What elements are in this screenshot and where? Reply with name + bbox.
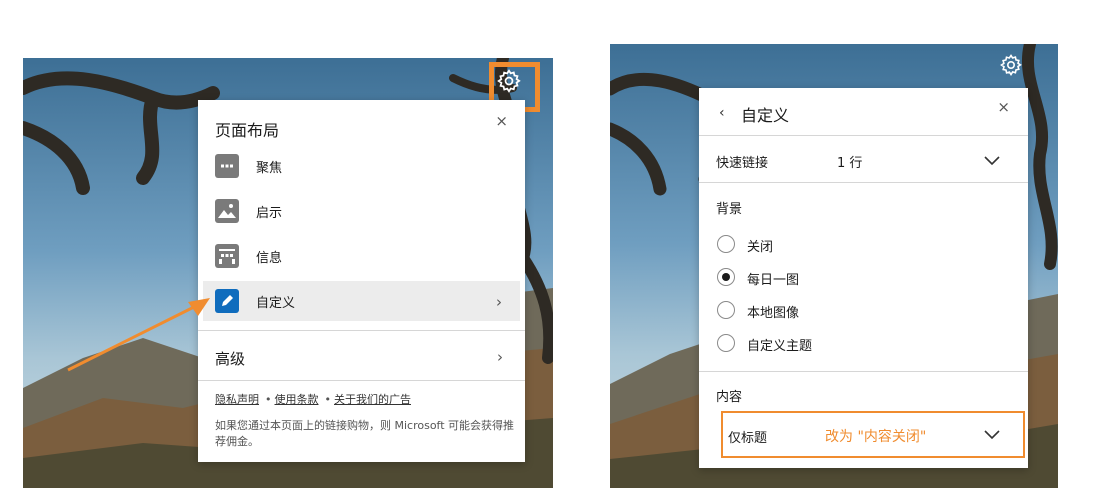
close-icon[interactable]: × [997,100,1010,115]
divider [699,371,1028,372]
radio-background-daily-image[interactable] [717,268,735,286]
radio-background-off[interactable] [717,235,735,253]
divider [198,330,525,331]
radio-background-custom-theme[interactable] [717,334,735,352]
layout-option-custom[interactable]: 自定义 › [203,281,520,321]
divider [699,182,1028,183]
chevron-right-icon[interactable]: › [497,348,503,366]
layout-option-label: 启示 [256,206,283,221]
divider [699,135,1028,136]
content-heading: 内容 [716,390,743,405]
gear-icon[interactable] [496,68,522,94]
layout-option-label: 自定义 [256,296,296,311]
ads-link[interactable]: 关于我们的广告 [334,393,411,406]
background-heading: 背景 [716,202,743,217]
quick-links-label: 快速链接 [716,156,769,171]
layout-option-inspirational[interactable]: 启示 [203,191,520,231]
link-separator: • [265,393,272,406]
annotation-arrow [60,270,220,380]
panel-title: 自定义 [741,106,790,125]
inspiration-layout-icon [215,199,239,223]
focus-layout-icon [215,154,239,178]
annotation-text: 改为 "内容关闭" [825,429,927,445]
radio-label: 自定义主题 [747,339,813,354]
chevron-down-icon[interactable] [984,430,1000,440]
radio-label: 本地图像 [747,306,800,321]
close-icon[interactable]: × [495,114,508,129]
content-dropdown-value[interactable]: 仅标题 [728,427,767,446]
chevron-down-icon[interactable] [984,156,1000,166]
radio-label: 每日一图 [747,273,800,288]
radio-background-local-image[interactable] [717,301,735,319]
footer-links: 隐私声明 • 使用条款 • 关于我们的广告 [215,391,411,407]
divider [198,380,525,381]
disclaimer-text: 如果您通过本页面上的链接购物，则 Microsoft 可能会获得推荐佣金。 [215,419,515,448]
back-chevron-icon[interactable]: ‹ [719,105,725,121]
layout-option-informational[interactable]: 信息 [203,236,520,276]
privacy-link[interactable]: 隐私声明 [215,393,259,406]
layout-option-focus[interactable]: 聚焦 [203,146,520,186]
radio-label: 关闭 [747,240,774,255]
layout-option-label: 信息 [256,251,283,266]
quick-links-value[interactable]: 1 行 [837,152,862,171]
page-layout-panel: 页面布局 × 聚焦 启示 信息 自定义 › 高级 › 隐私声明 • 使用条款 • 关于我… [198,100,525,462]
layout-option-label: 聚焦 [256,161,283,176]
terms-link[interactable]: 使用条款 [275,393,319,406]
panel-title: 页面布局 [215,121,280,140]
gear-icon[interactable] [999,53,1023,77]
link-separator: • [324,393,332,406]
chevron-right-icon: › [496,293,502,311]
informational-layout-icon [215,244,239,268]
